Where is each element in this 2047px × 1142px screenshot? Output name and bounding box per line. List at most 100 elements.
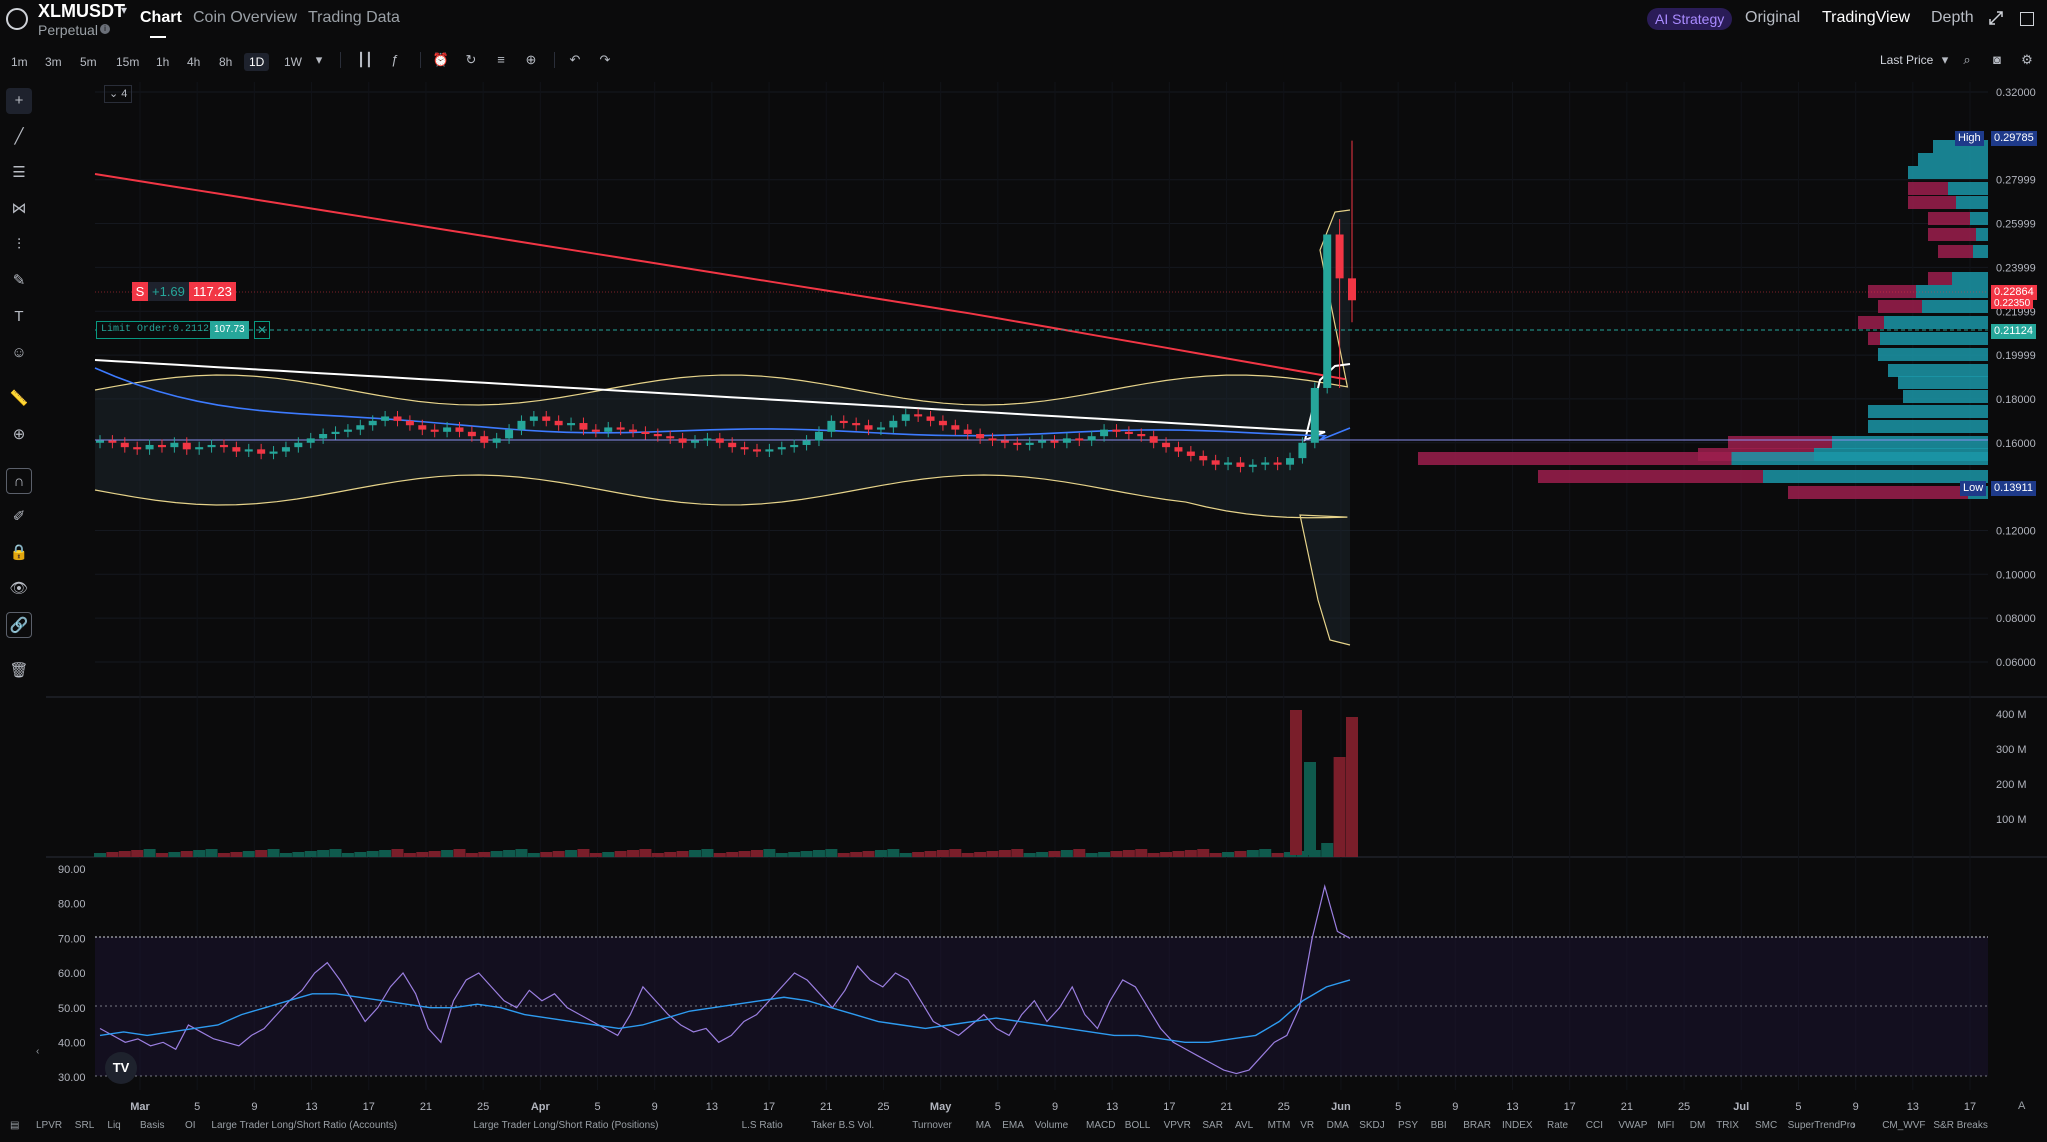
chevron-left-icon[interactable]: ‹ bbox=[36, 1046, 39, 1057]
profile-buy-bar bbox=[1832, 436, 1988, 449]
candle-body bbox=[1273, 462, 1282, 465]
candle-body bbox=[1286, 458, 1295, 465]
profile-sell-bar bbox=[1928, 212, 1970, 225]
indicator-21[interactable]: SKDJ bbox=[1359, 1120, 1385, 1131]
indicator-30[interactable]: DM bbox=[1690, 1120, 1706, 1131]
indicator-16[interactable]: SAR bbox=[1202, 1120, 1223, 1131]
candle-body bbox=[505, 429, 514, 439]
indicator-4[interactable]: OI bbox=[185, 1120, 196, 1131]
volume-bar bbox=[267, 849, 280, 857]
candle-body bbox=[331, 431, 340, 434]
chevron-right-icon[interactable]: › bbox=[1852, 1120, 1855, 1131]
indicator-15[interactable]: VPVR bbox=[1164, 1120, 1191, 1131]
candle-body bbox=[1149, 436, 1158, 443]
candle-body bbox=[567, 423, 576, 426]
candle-body bbox=[1075, 438, 1084, 441]
indicator-10[interactable]: MA bbox=[976, 1120, 991, 1131]
candle-body bbox=[1112, 429, 1121, 432]
volume-bar bbox=[1184, 850, 1197, 857]
indicator-collapse-button[interactable]: ⌄ 4 bbox=[104, 85, 133, 103]
indicator-2[interactable]: Liq bbox=[107, 1120, 120, 1131]
volume-bar bbox=[1346, 717, 1358, 857]
indicator-1[interactable]: SRL bbox=[75, 1120, 94, 1131]
volume-bar bbox=[478, 852, 491, 857]
indicator-18[interactable]: MTM bbox=[1268, 1120, 1291, 1131]
indicator-35[interactable]: S&R Breaks bbox=[1933, 1120, 1987, 1131]
indicator-27[interactable]: CCI bbox=[1586, 1120, 1603, 1131]
price-axis-tick: 0.16000 bbox=[1996, 438, 2036, 450]
indicator-9[interactable]: Turnover bbox=[912, 1120, 952, 1131]
indicator-14[interactable]: BOLL bbox=[1125, 1120, 1151, 1131]
indicator-13[interactable]: MACD bbox=[1086, 1120, 1115, 1131]
time-axis-tick: 17 bbox=[763, 1101, 775, 1113]
indicator-7[interactable]: L.S Ratio bbox=[742, 1120, 783, 1131]
limit-order-label[interactable]: Limit Order:0.21124 bbox=[96, 321, 221, 339]
candle-body bbox=[839, 420, 848, 424]
volume-bar bbox=[304, 851, 317, 857]
indicator-26[interactable]: Rate bbox=[1547, 1120, 1568, 1131]
indicator-31[interactable]: TRIX bbox=[1716, 1120, 1739, 1131]
indicator-8[interactable]: Taker B.S Vol. bbox=[811, 1120, 874, 1131]
position-side-badge[interactable]: S bbox=[132, 282, 148, 301]
indicator-0[interactable]: LPVR bbox=[36, 1120, 62, 1131]
candle-body bbox=[96, 440, 104, 443]
price-chart[interactable]: 0.320000.279990.259990.239990.219990.199… bbox=[0, 0, 2047, 1142]
time-axis-tick: 21 bbox=[420, 1101, 432, 1113]
indicator-22[interactable]: PSY bbox=[1398, 1120, 1418, 1131]
price-axis-tick: 0.25999 bbox=[1996, 219, 2036, 231]
volume-bar bbox=[974, 852, 987, 857]
volume-bar bbox=[924, 851, 937, 857]
candle-body bbox=[579, 423, 588, 430]
indicator-5[interactable]: Large Trader Long/Short Ratio (Accounts) bbox=[211, 1120, 397, 1131]
volume-bar bbox=[379, 850, 392, 857]
volume-bar bbox=[552, 851, 565, 857]
volume-bar bbox=[664, 852, 677, 857]
candle-body bbox=[777, 447, 786, 450]
indicator-list-icon[interactable]: ▤ bbox=[10, 1120, 19, 1131]
indicator-20[interactable]: DMA bbox=[1327, 1120, 1349, 1131]
profile-buy-bar bbox=[1884, 316, 1988, 329]
indicator-33[interactable]: SuperTrendPro bbox=[1788, 1120, 1856, 1131]
limit-price-tag: 0.21124 bbox=[1991, 324, 2036, 339]
volume-bar bbox=[180, 851, 193, 857]
time-axis-tick: May bbox=[930, 1101, 952, 1113]
indicator-6[interactable]: Large Trader Long/Short Ratio (Positions… bbox=[473, 1120, 658, 1131]
main-pane bbox=[95, 82, 1988, 697]
indicator-11[interactable]: EMA bbox=[1002, 1120, 1024, 1131]
indicator-3[interactable]: Basis bbox=[140, 1120, 164, 1131]
volume-bar bbox=[1172, 851, 1185, 857]
volume-bar bbox=[329, 849, 342, 857]
indicator-32[interactable]: SMC bbox=[1755, 1120, 1777, 1131]
indicator-24[interactable]: BRAR bbox=[1463, 1120, 1491, 1131]
candle-body bbox=[752, 449, 761, 452]
auto-scale-button[interactable]: A bbox=[2018, 1100, 2025, 1112]
volume-bar bbox=[565, 850, 578, 857]
indicator-28[interactable]: VWAP bbox=[1618, 1120, 1647, 1131]
volume-bars bbox=[94, 710, 1358, 857]
volume-bar bbox=[428, 851, 441, 857]
rsi-axis-tick: 90.00 bbox=[58, 864, 86, 876]
indicator-29[interactable]: MFI bbox=[1657, 1120, 1674, 1131]
indicator-25[interactable]: INDEX bbox=[1502, 1120, 1533, 1131]
time-axis-tick: 9 bbox=[1452, 1101, 1458, 1113]
volume-bar bbox=[403, 853, 416, 857]
volume-bar bbox=[639, 849, 652, 857]
limit-order-quantity[interactable]: 107.73 bbox=[210, 321, 249, 339]
tradingview-logo[interactable]: TV bbox=[105, 1052, 137, 1084]
close-icon[interactable]: ✕ bbox=[254, 321, 270, 339]
profile-sell-bar bbox=[1908, 182, 1948, 195]
candle-body bbox=[666, 436, 675, 439]
volume-bar bbox=[1147, 853, 1160, 857]
volume-axis-tick: 400 M bbox=[1996, 709, 2027, 721]
time-axis-tick: 25 bbox=[1678, 1101, 1690, 1113]
indicator-17[interactable]: AVL bbox=[1235, 1120, 1253, 1131]
candle-body bbox=[232, 447, 241, 452]
indicator-19[interactable]: VR bbox=[1300, 1120, 1314, 1131]
candle-body bbox=[1038, 440, 1047, 443]
volume-bar bbox=[602, 852, 615, 857]
indicator-12[interactable]: Volume bbox=[1035, 1120, 1068, 1131]
time-axis-tick: 21 bbox=[1220, 1101, 1232, 1113]
indicator-23[interactable]: BBI bbox=[1431, 1120, 1447, 1131]
indicator-34[interactable]: CM_WVF bbox=[1882, 1120, 1925, 1131]
position-quantity[interactable]: 117.23 bbox=[189, 282, 236, 301]
